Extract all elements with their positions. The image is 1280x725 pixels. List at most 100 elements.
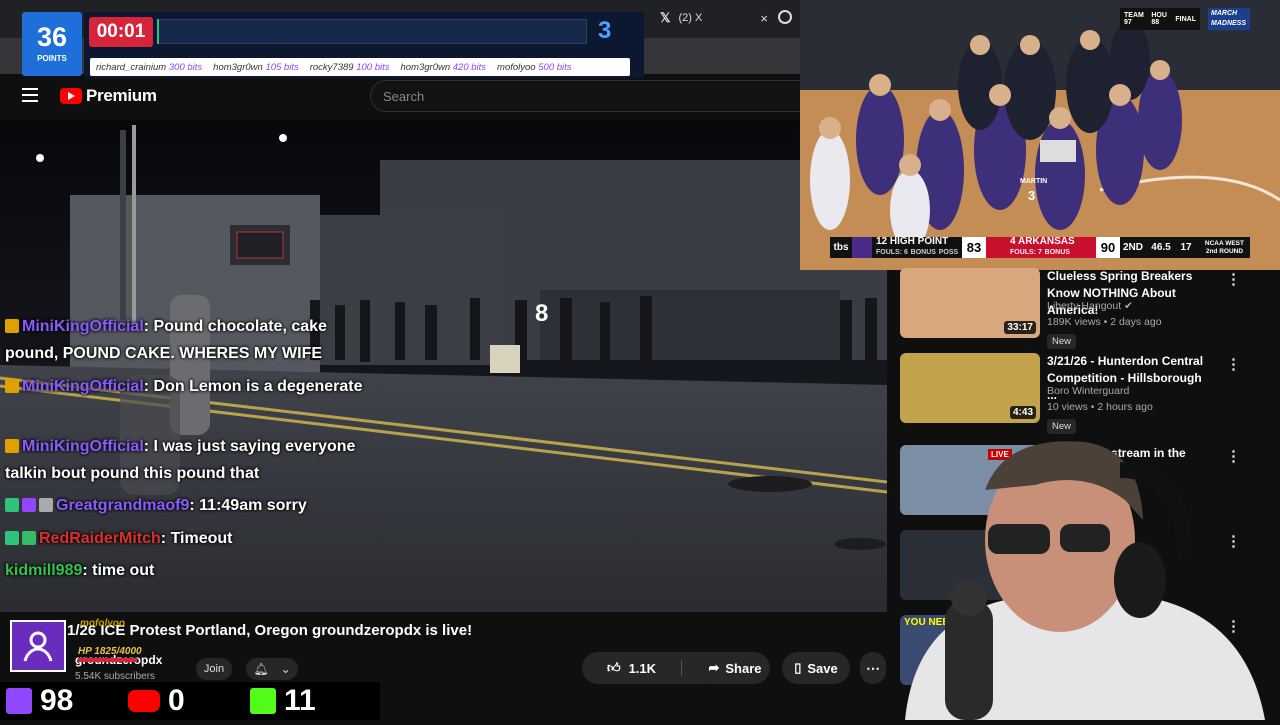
- bits-amount: 100 bits: [356, 61, 390, 73]
- chat-message: MiniKingOfficial: Don Lemon is a degener…: [5, 373, 365, 400]
- chat-message: MiniKingOfficial: I was just saying ever…: [5, 433, 365, 487]
- chat-username[interactable]: RedRaiderMitch: [39, 530, 161, 547]
- chat-badge-icon: [22, 531, 36, 545]
- search-input[interactable]: Search: [370, 80, 800, 112]
- share-label: Share: [725, 660, 762, 676]
- browser-tab-x[interactable]: 𝕏 (2) X ×: [660, 6, 768, 30]
- subscriber-count: 5.54K subscribers: [75, 671, 156, 682]
- corner-team2: HOU 88: [1151, 12, 1167, 26]
- user-icon: [23, 631, 53, 662]
- team1-info: 12 HIGH POINT FOULS: 6 BONUS POSS: [872, 237, 962, 258]
- share-button[interactable]: ➦ Share: [700, 652, 770, 684]
- chat-text: : time out: [82, 562, 155, 579]
- chat-badge-icon: [5, 439, 19, 453]
- video-duration: 33:17: [1004, 321, 1036, 334]
- kick-icon: [250, 688, 276, 714]
- video-duration: 4:43: [1009, 406, 1036, 419]
- recommendation-channel[interactable]: Liberty Hangout ✔: [1047, 300, 1133, 312]
- menu-icon[interactable]: [22, 88, 38, 102]
- notification-button[interactable]: 🔔︎ ⌄: [246, 658, 298, 680]
- team2-info: 4 ARKANSAS FOULS: 7 BONUS: [1006, 237, 1096, 258]
- like-button[interactable]: 👍︎ 1.1K: [582, 660, 682, 676]
- bits-amount: 105 bits: [265, 61, 299, 73]
- chat-text: : Don Lemon is a degenerate: [143, 378, 363, 395]
- basketball-broadcast: 3 MARTIN TEAM 97 HOU 88 FINAL MARCH MADN…: [800, 0, 1280, 270]
- highpoint-logo-icon: [852, 237, 872, 258]
- video-title: 1/26 ICE Protest Portland, Oregon ground…: [67, 622, 473, 639]
- player-jersey-name: MARTIN: [1020, 178, 1048, 185]
- player-jersey-number: 3: [1028, 188, 1036, 203]
- browser-tab-label: (2) X: [678, 12, 703, 24]
- bits-entry: hom3gr0wn 420 bits: [400, 62, 486, 73]
- webcam-person: [905, 441, 1265, 720]
- chat-message: Greatgrandmaof9: 11:49am sorry: [5, 492, 365, 519]
- brand-line1: MARCH: [1211, 10, 1238, 17]
- twitch-counter: 98: [6, 684, 122, 718]
- chat-username[interactable]: kidmill989: [5, 562, 82, 579]
- round-line1: NCAA WEST: [1204, 239, 1244, 247]
- chat-username[interactable]: Greatgrandmaof9: [56, 497, 189, 514]
- goal-counter: 3: [598, 17, 612, 44]
- chat-text: : Timeout: [160, 530, 233, 547]
- twitch-icon: [6, 688, 32, 714]
- team1-bonus: BONUS: [910, 249, 936, 256]
- bits-entry: richard_crainium 300 bits: [96, 62, 202, 73]
- video-thumbnail[interactable]: 33:17: [900, 268, 1040, 338]
- basketball-scene: [800, 0, 1280, 270]
- youtube-logo[interactable]: Premium: [60, 86, 157, 106]
- more-options-icon[interactable]: ⋮: [1226, 270, 1241, 288]
- chevron-down-icon: ⌄: [280, 662, 291, 676]
- chat-username[interactable]: MiniKingOfficial: [22, 438, 144, 455]
- chat-message: MiniKingOfficial: Pound chocolate, cake …: [5, 313, 365, 367]
- network-logo: tbs: [833, 242, 849, 253]
- hp-bar: [78, 658, 137, 662]
- verified-icon: ✔: [1124, 300, 1133, 312]
- save-button[interactable]: ▯ Save: [782, 652, 850, 684]
- new-badge: New: [1047, 334, 1077, 349]
- chat-badge-icon: [39, 498, 53, 512]
- chat-badge-icon: [5, 498, 19, 512]
- score-bug: tbs 12 HIGH POINT FOULS: 6 BONUS POSS 83…: [830, 237, 1250, 258]
- overlay-username: mofolyoo: [80, 618, 125, 629]
- chat-text: : 11:49am sorry: [189, 497, 307, 514]
- chat-username[interactable]: MiniKingOfficial: [22, 378, 144, 395]
- bookmark-icon: ▯: [794, 660, 802, 675]
- game-clock: 46.5: [1151, 242, 1171, 253]
- team2-seed: 4: [1010, 236, 1016, 247]
- recommendation-meta: 10 views • 2 hours ago: [1047, 401, 1153, 413]
- more-options-icon[interactable]: ⋮: [1226, 355, 1241, 373]
- bits-user: hom3gr0wn: [213, 61, 263, 73]
- tab-close-icon[interactable]: ×: [760, 11, 768, 26]
- team2-score: 90: [1096, 237, 1120, 258]
- round-label: NCAA WEST 2nd ROUND: [1205, 240, 1250, 256]
- more-actions-button[interactable]: ⋯: [860, 652, 886, 684]
- webcam-overlay: [885, 430, 1280, 720]
- chat-badge-icon: [22, 498, 36, 512]
- chat-badge-icon: [5, 379, 19, 393]
- points-box: 36 POINTS: [22, 12, 82, 76]
- goal-progress-fill: [157, 19, 159, 44]
- period: 2ND: [1122, 242, 1143, 253]
- team2-name: ARKANSAS: [1017, 236, 1075, 247]
- team1-seed: 12: [876, 236, 888, 247]
- x-logo-icon: 𝕏: [660, 10, 671, 25]
- recommendation-channel[interactable]: Boro Winterguard: [1047, 385, 1129, 397]
- recommendation-meta: 189K views • 2 days ago: [1047, 316, 1162, 328]
- hp-readout: HP 1825/4000: [78, 646, 142, 657]
- join-button[interactable]: Join: [196, 658, 232, 680]
- video-thumbnail[interactable]: 4:43: [900, 353, 1040, 423]
- chat-username[interactable]: MiniKingOfficial: [22, 318, 144, 335]
- bits-user: hom3gr0wn: [400, 61, 451, 73]
- team1-name: HIGH POINT: [889, 236, 949, 247]
- bits-entry: mofolyoo 500 bits: [497, 62, 571, 73]
- browser-profile-icon[interactable]: [778, 10, 792, 24]
- youtube-icon: [128, 690, 160, 712]
- youtube-play-icon: [60, 88, 82, 104]
- youtube-premium-text: Premium: [86, 86, 157, 105]
- video-sign-number: 8: [535, 300, 549, 327]
- bits-entry: hom3gr0wn 105 bits: [213, 62, 299, 73]
- share-icon: ➦: [708, 660, 720, 675]
- channel-avatar[interactable]: [10, 620, 66, 672]
- bits-user: mofolyoo: [497, 61, 536, 73]
- corner-team1: TEAM 97: [1124, 12, 1144, 26]
